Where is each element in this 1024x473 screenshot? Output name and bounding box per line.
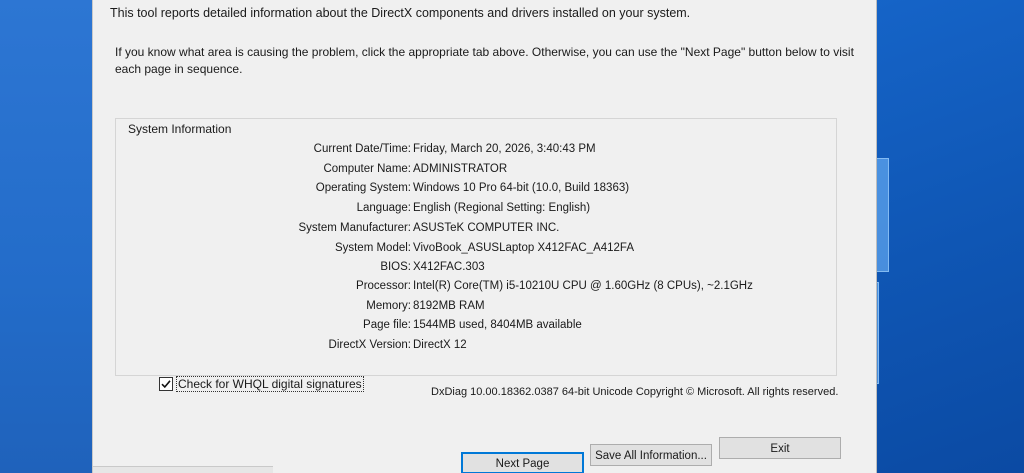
info-value: Friday, March 20, 2026, 3:40:43 PM bbox=[413, 143, 596, 155]
info-label: Current Date/Time: bbox=[313, 143, 411, 155]
info-value: X412FAC.303 bbox=[413, 261, 485, 273]
info-label: Computer Name: bbox=[323, 163, 411, 175]
info-label: System Model: bbox=[334, 242, 411, 254]
intro-text: This tool reports detailed information a… bbox=[110, 6, 691, 20]
info-label: Language: bbox=[356, 202, 411, 214]
group-title: System Information bbox=[128, 122, 232, 136]
info-label: DirectX Version: bbox=[328, 339, 411, 351]
info-value: Windows 10 Pro 64-bit (10.0, Build 18363… bbox=[413, 182, 630, 194]
window-bottom-edge bbox=[93, 466, 273, 473]
info-value: ADMINISTRATOR bbox=[413, 163, 508, 175]
info-value: Intel(R) Core(TM) i5-10210U CPU @ 1.60GH… bbox=[413, 280, 753, 292]
save-all-information-button[interactable]: Save All Information... bbox=[590, 444, 712, 466]
info-value: 8192MB RAM bbox=[413, 300, 485, 312]
info-label: Memory: bbox=[366, 300, 411, 312]
exit-button[interactable]: Exit bbox=[719, 437, 841, 459]
info-value: ASUSTeK COMPUTER INC. bbox=[413, 222, 560, 234]
whql-checkbox-label[interactable]: Check for WHQL digital signatures bbox=[176, 376, 364, 392]
info-label: Page file: bbox=[363, 319, 411, 331]
instructions-text: If you know what area is causing the pro… bbox=[115, 45, 854, 76]
info-label: BIOS: bbox=[380, 261, 411, 273]
desktop-left-edge bbox=[0, 0, 95, 473]
next-page-button[interactable]: Next Page bbox=[461, 452, 584, 473]
info-value: DirectX 12 bbox=[413, 339, 467, 351]
info-label: Operating System: bbox=[315, 182, 411, 194]
desktop-background: This tool reports detailed information a… bbox=[0, 0, 1024, 473]
whql-checkbox[interactable]: Check for WHQL digital signatures bbox=[159, 376, 364, 392]
info-label: Processor: bbox=[356, 280, 411, 292]
system-information-group: System Information Current Date/Time: Fr… bbox=[115, 118, 837, 376]
dxdiag-window: This tool reports detailed information a… bbox=[92, 0, 877, 473]
version-copyright-text: DxDiag 10.00.18362.0387 64-bit Unicode C… bbox=[431, 386, 839, 398]
info-value: VivoBook_ASUSLaptop X412FAC_A412FA bbox=[413, 242, 634, 254]
info-label: System Manufacturer: bbox=[298, 222, 411, 234]
info-value: 1544MB used, 8404MB available bbox=[413, 319, 582, 331]
info-value: English (Regional Setting: English) bbox=[413, 202, 591, 214]
checkbox-checked-icon[interactable] bbox=[159, 377, 173, 391]
